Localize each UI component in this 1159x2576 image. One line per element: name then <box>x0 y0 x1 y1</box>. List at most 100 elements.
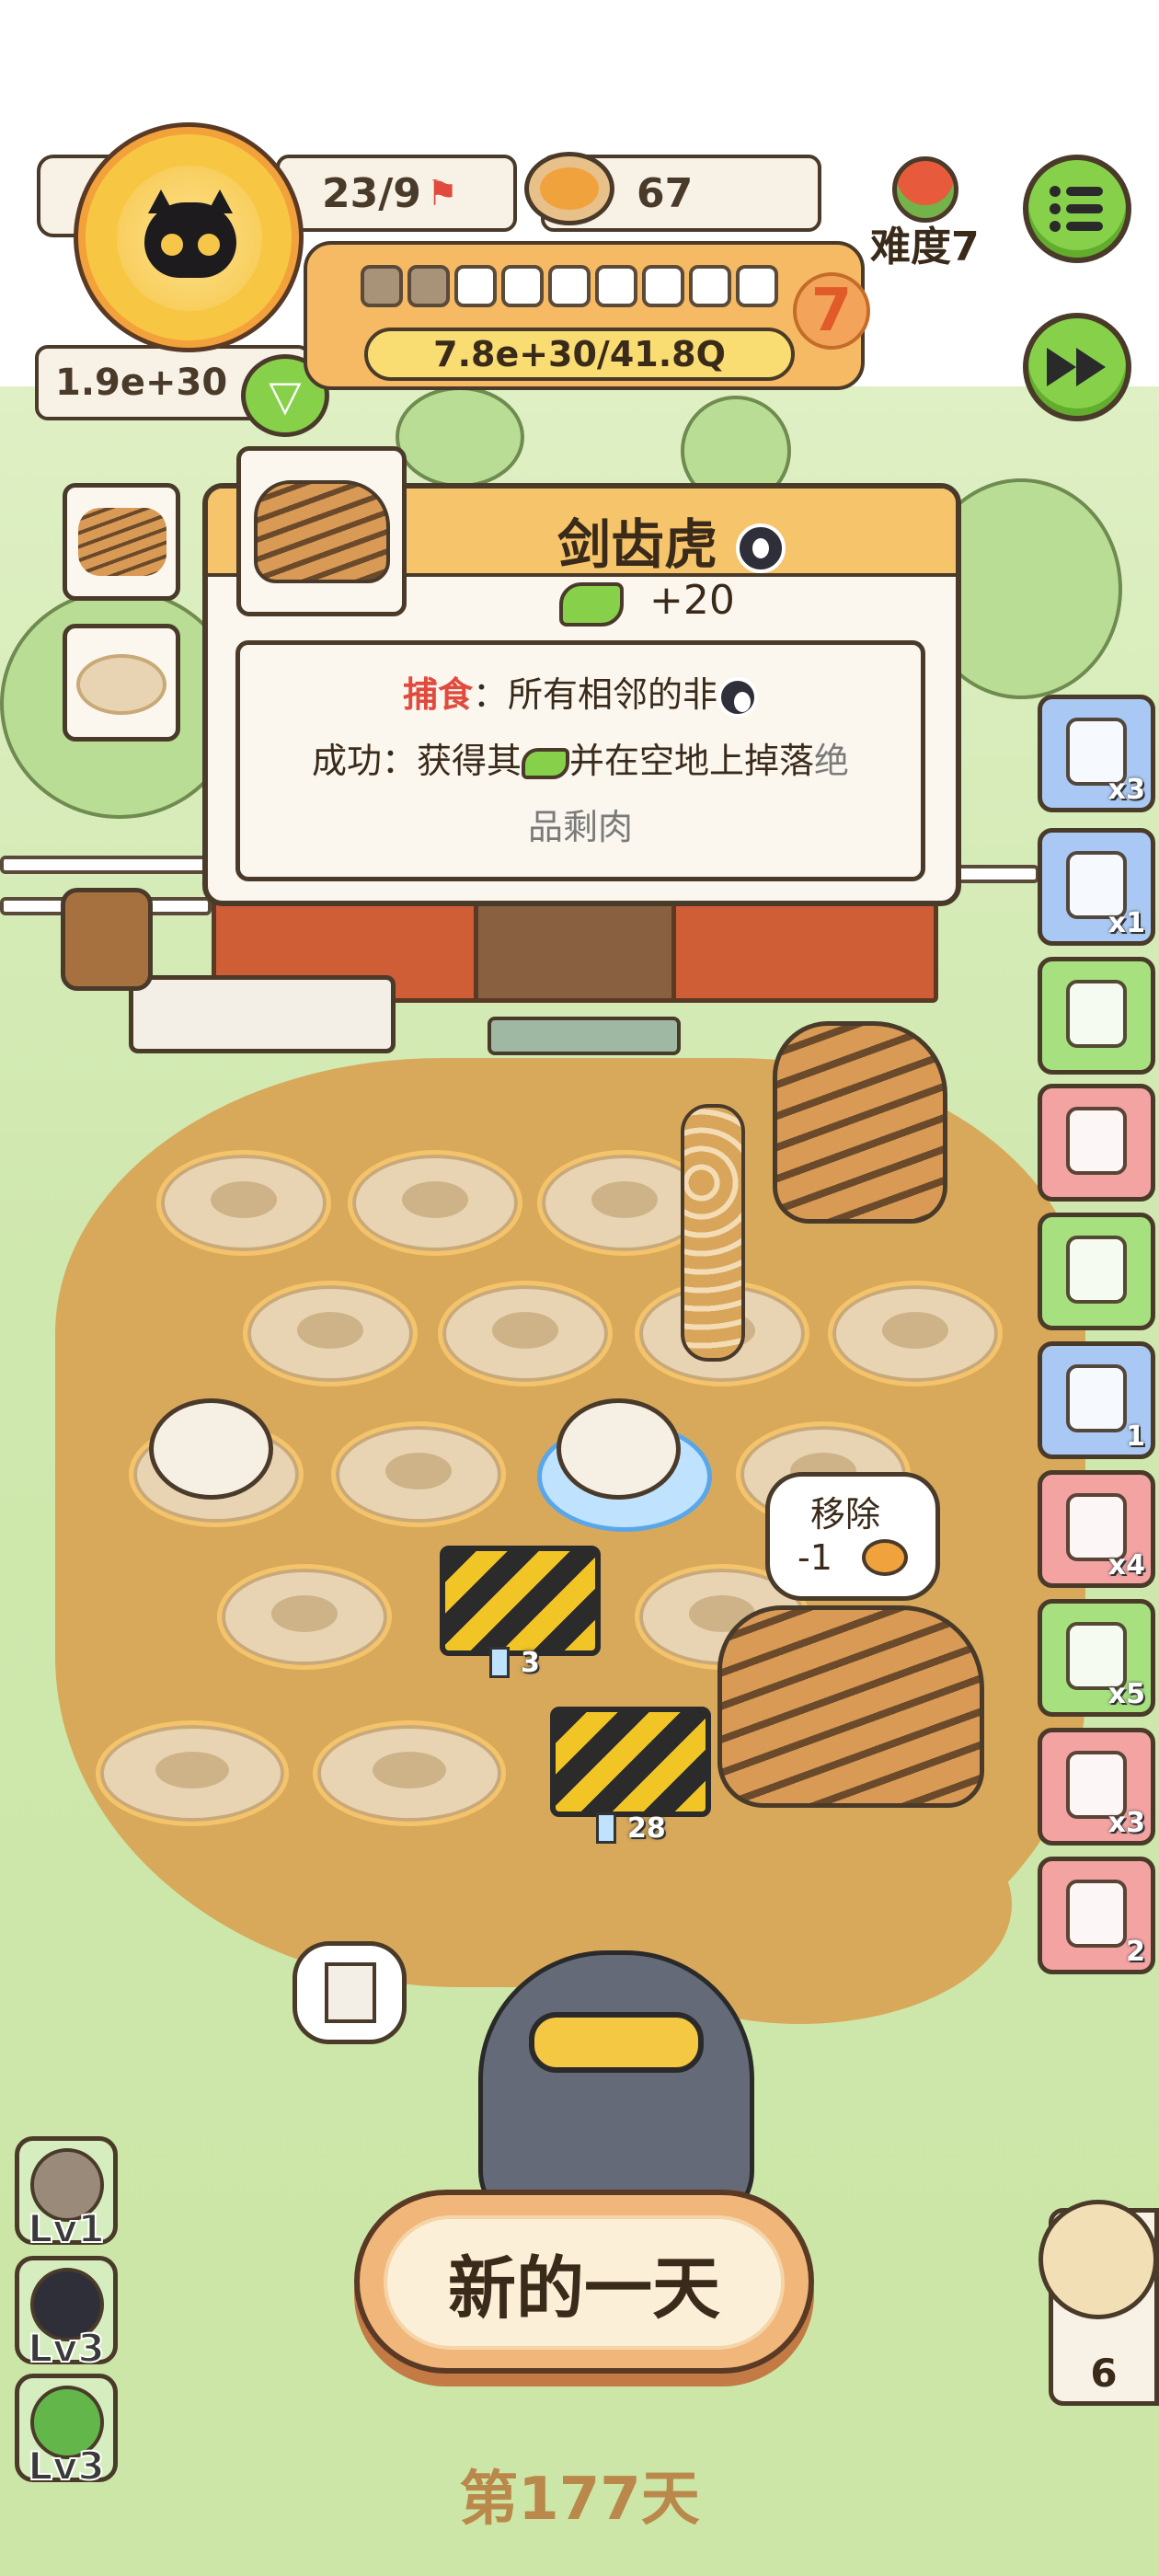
progress-segment <box>736 265 778 307</box>
barrier-timer: 28 <box>627 1812 666 1845</box>
chevron-down-icon: ▽ <box>269 371 302 420</box>
stone-slab <box>488 1017 681 1055</box>
bird-count: 6 <box>1090 2351 1118 2396</box>
fence <box>947 865 1039 883</box>
soil-plot[interactable] <box>96 1720 289 1826</box>
side-item-count: x4 <box>1107 1549 1145 1581</box>
capacity-display: 23/9 ⚑ <box>276 155 517 232</box>
giraffe[interactable] <box>681 1104 745 1362</box>
remove-bubble[interactable]: 移除 -1 <box>765 1472 940 1601</box>
side-item-coupon[interactable]: x5 <box>1038 1599 1155 1717</box>
bird-card[interactable]: 6 <box>1039 2200 1159 2406</box>
certificate-icon <box>325 1962 376 2023</box>
black-cat-icon <box>144 190 236 278</box>
roast-rack-icon <box>1066 1107 1127 1175</box>
side-item-count: x1 <box>1107 907 1145 939</box>
ability-description: 捕食：所有相邻的非 成功：获得其 并在空地上掉落绝 品剩肉 <box>235 640 925 881</box>
exp-value: 7.8e+30/41.8Q <box>433 334 726 374</box>
progress-segment <box>454 265 497 307</box>
progress-segment <box>642 265 684 307</box>
ability-keyword: 捕食 <box>402 674 473 715</box>
side-item-shovel[interactable]: 1 <box>1038 1341 1155 1459</box>
day-counter: 第177天 <box>459 2466 700 2534</box>
soil-plot[interactable] <box>331 1421 506 1527</box>
sabertooth-thumbnail <box>78 508 166 576</box>
flag-icon: ⚑ <box>426 173 458 213</box>
level-button[interactable]: Lv3 <box>15 2256 118 2372</box>
progress-segment <box>407 265 450 307</box>
success-text: 并在空地上掉落 <box>568 741 814 781</box>
fast-forward-button[interactable] <box>1023 313 1131 421</box>
progress-segment <box>501 265 544 307</box>
barrier-timer: 3 <box>521 1647 540 1679</box>
hamster[interactable] <box>149 1398 273 1500</box>
raccoon-character[interactable] <box>478 1950 754 2226</box>
success-line-2: 品剩肉 <box>240 794 921 860</box>
side-item-charm-bag[interactable]: x1 <box>1038 828 1155 946</box>
soil-plot[interactable] <box>438 1281 613 1386</box>
soil-plot[interactable] <box>243 1281 418 1386</box>
ability-line: 捕食：所有相邻的非 <box>240 661 921 728</box>
mini-card-plot[interactable] <box>63 624 180 742</box>
success-grey-2: 品剩肉 <box>527 807 633 847</box>
soil-plot[interactable] <box>217 1564 392 1670</box>
menu-button[interactable] <box>1023 155 1131 263</box>
coin-icon <box>862 1539 908 1576</box>
goggles <box>529 2012 704 2073</box>
hourglass-icon <box>596 1812 616 1844</box>
ticket-icon <box>1066 980 1127 1048</box>
quest-bubble[interactable] <box>293 1941 407 2044</box>
animal-name: 剑齿虎 <box>557 513 718 576</box>
side-item-count: x5 <box>1107 1678 1145 1710</box>
stats-panel: 7.8e+30/41.8Q 7 <box>304 241 870 390</box>
barrier[interactable] <box>550 1707 711 1817</box>
side-item-ticket[interactable] <box>1038 957 1155 1075</box>
level-label: Lv1 <box>27 2205 105 2252</box>
paw-eye <box>157 230 187 259</box>
level-button[interactable]: Lv1 <box>15 2136 118 2252</box>
avatar-background <box>117 166 262 311</box>
ability-text: ：所有相邻的非 <box>473 674 718 715</box>
money-value: 1.9e+30 <box>55 362 228 404</box>
soil-plot[interactable] <box>828 1281 1003 1386</box>
side-item-roast-rack[interactable] <box>1038 1084 1155 1202</box>
progress-segment <box>595 265 637 307</box>
side-item-shop-sign[interactable]: 2 <box>1038 1857 1155 1974</box>
predator-icon <box>736 523 786 573</box>
menu-icon <box>1050 186 1103 232</box>
fast-forward-icon <box>1047 348 1106 386</box>
cat-ear <box>148 190 174 213</box>
bird-icon <box>1039 2200 1158 2319</box>
shovel-icon <box>1066 1364 1127 1432</box>
coin-icon <box>524 152 614 225</box>
success-label: 成功：获得其 <box>311 741 522 781</box>
side-item-fire-herb[interactable]: x3 <box>1038 695 1155 812</box>
progress-segment <box>689 265 731 307</box>
hamster[interactable] <box>557 1398 681 1500</box>
predator-icon <box>717 676 759 718</box>
carrot-planter <box>129 975 396 1053</box>
remove-cost: -1 <box>798 1537 832 1578</box>
remove-label: 移除 <box>810 1494 881 1535</box>
sabertooth-tiger[interactable] <box>773 1021 947 1224</box>
soil-plot[interactable] <box>156 1150 331 1256</box>
tooltip-title: 剑齿虎 <box>557 501 786 579</box>
exp-bar: 7.8e+30/41.8Q <box>364 328 795 381</box>
side-item-scroll[interactable]: x4 <box>1038 1470 1155 1588</box>
capacity-value: 23/9 <box>322 169 421 217</box>
level-number: 7 <box>793 272 870 350</box>
soil-plot[interactable] <box>313 1720 506 1826</box>
player-avatar[interactable] <box>78 127 299 348</box>
coin-value: 67 <box>637 169 694 217</box>
side-item-count: x3 <box>1107 774 1145 806</box>
mini-card-sabertooth[interactable] <box>63 483 180 601</box>
side-item-pill-pack[interactable]: x3 <box>1038 1728 1155 1846</box>
tree <box>396 386 524 488</box>
soil-plot[interactable] <box>348 1150 522 1256</box>
side-item-credit-card[interactable] <box>1038 1213 1155 1330</box>
new-day-button[interactable]: 新的一天 <box>354 2190 814 2374</box>
hourglass-icon <box>489 1647 510 1678</box>
barrier[interactable] <box>440 1546 601 1656</box>
sabertooth-tiger[interactable] <box>717 1605 984 1808</box>
side-item-count: x3 <box>1107 1807 1145 1839</box>
